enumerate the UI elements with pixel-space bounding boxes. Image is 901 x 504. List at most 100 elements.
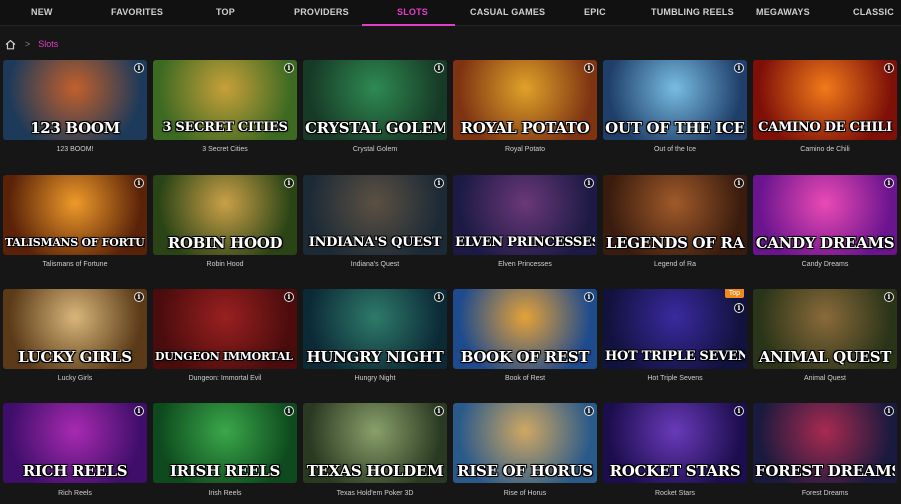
game-title[interactable]: Forest Dreams — [753, 490, 897, 497]
info-icon[interactable]: i — [434, 178, 444, 188]
game-tile-rich-reels[interactable]: RICH REELS i — [3, 403, 147, 483]
info-icon[interactable]: i — [284, 292, 294, 302]
game-logo-text: RICH REELS — [22, 463, 128, 479]
info-icon[interactable]: i — [134, 406, 144, 416]
game-title[interactable]: 3 Secret Cities — [153, 146, 297, 153]
info-icon[interactable]: i — [734, 63, 744, 73]
game-tile-legend-of-ra[interactable]: LEGENDS OF RA i — [603, 175, 747, 255]
game-title[interactable]: Rich Reels — [3, 490, 147, 497]
nav-item-classic[interactable]: CLASSIC — [853, 0, 894, 26]
game-title[interactable]: Irish Reels — [153, 490, 297, 497]
home-icon[interactable] — [5, 39, 16, 50]
game-tile-candy-dreams[interactable]: CANDY DREAMS i — [753, 175, 897, 255]
game-tile-rocket-stars[interactable]: ROCKET STARS i — [603, 403, 747, 483]
game-title[interactable]: Talismans of Fortune — [3, 261, 147, 268]
game-tile-dungeon-immortal-evil[interactable]: DUNGEON IMMORTAL EVIL i — [153, 289, 297, 369]
game-title[interactable]: Animal Quest — [753, 375, 897, 382]
game-tile-robin-hood[interactable]: ROBIN HOOD i — [153, 175, 297, 255]
game-tile-elven-princesses[interactable]: ELVEN PRINCESSES i — [453, 175, 597, 255]
info-icon[interactable]: i — [884, 178, 894, 188]
game-logo-text: LUCKY GIRLS — [18, 349, 132, 365]
info-icon[interactable]: i — [284, 63, 294, 73]
game-tile-3-secret-cities[interactable]: 3 SECRET CITIES i — [153, 60, 297, 140]
game-tile-crystal-golem[interactable]: CRYSTAL GOLEM i — [303, 60, 447, 140]
game-title[interactable]: Dungeon: Immortal Evil — [153, 375, 297, 382]
game-title[interactable]: Rocket Stars — [603, 490, 747, 497]
info-icon[interactable]: i — [584, 63, 594, 73]
game-logo-text: CANDY DREAMS — [755, 235, 895, 251]
game-tile-out-of-the-ice[interactable]: OUT OF THE ICE i — [603, 60, 747, 140]
nav-item-favorites[interactable]: FAVORITES — [111, 0, 163, 26]
game-tile-talismans-of-fortune[interactable]: TALISMANS OF FORTUNE i — [3, 175, 147, 255]
game-logo-text: TALISMANS OF FORTUNE — [5, 236, 145, 249]
info-icon[interactable]: i — [134, 63, 144, 73]
game-logo-text: 123 BOOM — [30, 120, 120, 136]
info-icon[interactable]: i — [734, 303, 744, 313]
game-logo-text: OUT OF THE ICE — [605, 120, 745, 136]
game-tile-hungry-night[interactable]: HUNGRY NIGHT i — [303, 289, 447, 369]
game-title[interactable]: Camino de Chili — [753, 146, 897, 153]
info-icon[interactable]: i — [284, 406, 294, 416]
game-logo-text: HOT TRIPLE SEVENS — [605, 349, 745, 364]
game-title[interactable]: Rise of Horus — [453, 490, 597, 497]
breadcrumb-current[interactable]: Slots — [38, 39, 58, 49]
game-logo-text: HUNGRY NIGHT — [306, 349, 444, 365]
top-badge: Top — [724, 289, 744, 298]
game-title[interactable]: Legend of Ra — [603, 261, 747, 268]
game-tile-camino-de-chili[interactable]: CAMINO DE CHILI i — [753, 60, 897, 140]
game-logo-text: TEXAS HOLDEM — [306, 463, 444, 479]
game-tile-123-boom[interactable]: 123 BOOM i — [3, 60, 147, 140]
nav-item-providers[interactable]: PROVIDERS — [294, 0, 349, 26]
game-logo-text: ROCKET STARS — [609, 463, 741, 479]
game-tile-lucky-girls[interactable]: LUCKY GIRLS i — [3, 289, 147, 369]
nav-item-new[interactable]: NEW — [31, 0, 53, 26]
game-tile-book-of-rest[interactable]: BOOK OF REST i — [453, 289, 597, 369]
game-tile-hot-triple-sevens[interactable]: HOT TRIPLE SEVENS Top i — [603, 289, 747, 369]
game-title[interactable]: Robin Hood — [153, 261, 297, 268]
game-title[interactable]: Out of the Ice — [603, 146, 747, 153]
game-logo-text: BOOK OF REST — [460, 349, 590, 365]
info-icon[interactable]: i — [434, 292, 444, 302]
info-icon[interactable]: i — [584, 178, 594, 188]
game-tile-royal-potato[interactable]: ROYAL POTATO i — [453, 60, 597, 140]
info-icon[interactable]: i — [884, 63, 894, 73]
nav-item-tumbling-reels[interactable]: TUMBLING REELS — [651, 0, 734, 26]
info-icon[interactable]: i — [134, 178, 144, 188]
game-tile-texas-hold-em-poker-3d[interactable]: TEXAS HOLDEM i — [303, 403, 447, 483]
nav-item-epic[interactable]: EPIC — [584, 0, 606, 26]
info-icon[interactable]: i — [884, 406, 894, 416]
info-icon[interactable]: i — [884, 292, 894, 302]
game-logo-text: DUNGEON IMMORTAL EVIL — [155, 350, 295, 363]
game-tile-irish-reels[interactable]: IRISH REELS i — [153, 403, 297, 483]
nav-item-casual-games[interactable]: CASUAL GAMES — [470, 0, 545, 26]
info-icon[interactable]: i — [734, 406, 744, 416]
game-tile-forest-dreams[interactable]: FOREST DREAMS i — [753, 403, 897, 483]
info-icon[interactable]: i — [584, 292, 594, 302]
game-logo-text: INDIANA'S QUEST — [308, 235, 442, 250]
game-tile-rise-of-horus[interactable]: RISE OF HORUS i — [453, 403, 597, 483]
nav-item-megaways[interactable]: MEGAWAYS — [756, 0, 810, 26]
game-tile-animal-quest[interactable]: ANIMAL QUEST i — [753, 289, 897, 369]
game-logo-text: CRYSTAL GOLEM — [305, 120, 445, 136]
info-icon[interactable]: i — [434, 406, 444, 416]
game-title[interactable]: Hungry Night — [303, 375, 447, 382]
game-title[interactable]: Lucky Girls — [3, 375, 147, 382]
info-icon[interactable]: i — [584, 406, 594, 416]
game-title[interactable]: 123 BOOM! — [3, 146, 147, 153]
nav-item-slots[interactable]: SLOTS — [397, 0, 428, 26]
info-icon[interactable]: i — [284, 178, 294, 188]
game-title[interactable]: Candy Dreams — [753, 261, 897, 268]
nav-item-top[interactable]: TOP — [216, 0, 235, 26]
game-title[interactable]: Indiana's Quest — [303, 261, 447, 268]
game-title[interactable]: Hot Triple Sevens — [603, 375, 747, 382]
game-title[interactable]: Book of Rest — [453, 375, 597, 382]
info-icon[interactable]: i — [734, 178, 744, 188]
game-title[interactable]: Royal Potato — [453, 146, 597, 153]
game-title[interactable]: Texas Hold'em Poker 3D — [303, 490, 447, 497]
game-title[interactable]: Crystal Golem — [303, 146, 447, 153]
game-title[interactable]: Elven Princesses — [453, 261, 597, 268]
info-icon[interactable]: i — [434, 63, 444, 73]
game-logo-text: 3 SECRET CITIES — [162, 120, 288, 135]
info-icon[interactable]: i — [134, 292, 144, 302]
game-tile-indiana-s-quest[interactable]: INDIANA'S QUEST i — [303, 175, 447, 255]
